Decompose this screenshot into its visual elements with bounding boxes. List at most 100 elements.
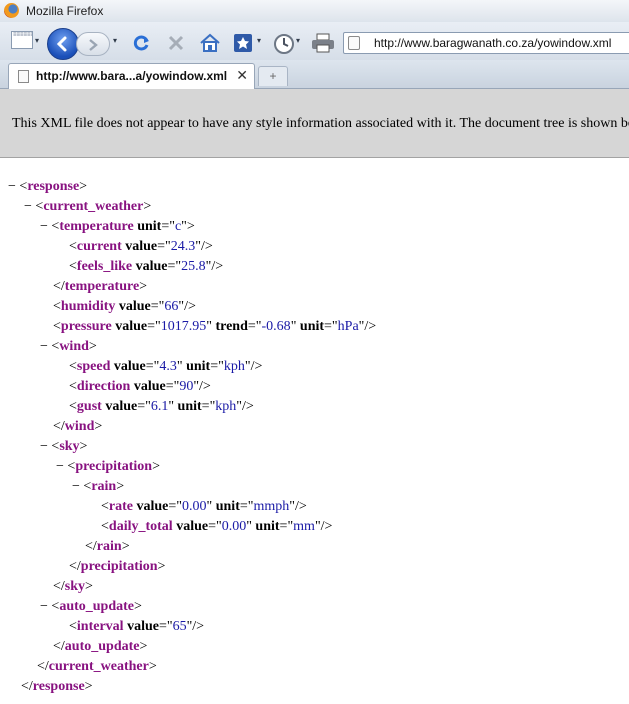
- xml-line-rate: <rate value="0.00" unit="mmph"/>: [101, 499, 307, 514]
- xml-attr: value: [136, 499, 169, 514]
- xml-attr: unit: [137, 219, 162, 234]
- xml-tag: current_weather: [43, 199, 144, 214]
- xml-tag: current: [76, 239, 122, 254]
- title-bar: Mozilla Firefox: [0, 0, 629, 22]
- xml-attr-value: kph: [215, 399, 237, 414]
- collapse-toggle[interactable]: −: [40, 219, 48, 234]
- collapse-toggle[interactable]: −: [40, 439, 48, 454]
- navigation-toolbar: ≡≡≡≡≡≡ ▾ ▾ ▾ ▾ http://www.baragwanath.co…: [0, 22, 629, 60]
- menu-icon[interactable]: ≡≡≡≡≡≡: [11, 31, 33, 49]
- xml-tag: temperature: [64, 279, 140, 294]
- xml-attr: value: [118, 299, 151, 314]
- tab-strip: http://www.bara...a/yowindow.xml ✕ +: [0, 60, 629, 89]
- xml-attr: value: [133, 379, 166, 394]
- xml-attr-value: 6.1: [150, 399, 169, 414]
- menu-dropdown-icon[interactable]: ▾: [35, 36, 39, 45]
- forward-button[interactable]: [76, 32, 110, 56]
- collapse-toggle[interactable]: −: [24, 199, 32, 214]
- xml-attr-value: 1017.95: [160, 319, 207, 334]
- print-button[interactable]: [311, 33, 334, 53]
- home-button[interactable]: [199, 33, 221, 53]
- xml-line-speed: <speed value="4.3" unit="kph"/>: [69, 359, 263, 374]
- xml-line-current: <current value="24.3"/>: [69, 239, 213, 254]
- xml-attr-value: 24.3: [170, 239, 196, 254]
- back-icon: [56, 36, 67, 52]
- bookmark-dropdown-icon[interactable]: ▾: [257, 36, 261, 45]
- collapse-toggle[interactable]: −: [56, 459, 64, 474]
- xml-line-feels-like: <feels_like value="25.8"/>: [69, 259, 224, 274]
- xml-line-current-weather-open: − <current_weather>: [24, 199, 152, 214]
- xml-tag: temperature: [59, 219, 134, 234]
- xml-tag: wind: [64, 419, 95, 434]
- xml-tag: auto_update: [59, 599, 134, 614]
- xml-attr: value: [125, 239, 158, 254]
- xml-attr-value: kph: [223, 359, 245, 374]
- xml-tag: rain: [91, 479, 117, 494]
- xml-attr-value: hPa: [337, 319, 359, 334]
- xml-attr: value: [176, 519, 209, 534]
- xml-tag: humidity: [60, 299, 116, 314]
- xml-tag: interval: [76, 619, 124, 634]
- xml-attr-value: 65: [172, 619, 187, 634]
- xml-attr-value: 90: [179, 379, 194, 394]
- reload-button[interactable]: [132, 33, 154, 53]
- collapse-toggle[interactable]: −: [8, 179, 16, 194]
- xml-attr: unit: [255, 519, 280, 534]
- xml-attr-value: 25.8: [181, 259, 206, 274]
- page-icon: [18, 70, 29, 83]
- back-button[interactable]: [47, 28, 79, 60]
- history-menu-dropdown-icon[interactable]: ▾: [296, 36, 300, 45]
- xml-line-wind-close: </wind>: [53, 419, 103, 434]
- xml-line-sky-close: </sky>: [53, 579, 93, 594]
- xml-line-wind-open: − <wind>: [40, 339, 97, 354]
- tab-title: http://www.bara...a/yowindow.xml: [36, 69, 228, 83]
- history-dropdown-icon[interactable]: ▾: [113, 36, 117, 45]
- close-icon[interactable]: ✕: [236, 67, 248, 84]
- xml-line-precipitation-close: </precipitation>: [69, 559, 166, 574]
- xml-line-rain-close: </rain>: [85, 539, 130, 554]
- xml-attr-value: 0.00: [221, 519, 247, 534]
- xml-tag: sky: [64, 579, 86, 594]
- xml-line-pressure: <pressure value="1017.95" trend="-0.68" …: [53, 319, 377, 334]
- xml-attr: unit: [186, 359, 211, 374]
- xml-info-banner: This XML file does not appear to have an…: [0, 89, 629, 158]
- bookmark-button[interactable]: [233, 33, 255, 53]
- url-input[interactable]: http://www.baragwanath.co.za/yowindow.xm…: [374, 36, 611, 50]
- xml-tag: speed: [76, 359, 111, 374]
- tab-yowindow-xml[interactable]: http://www.bara...a/yowindow.xml ✕: [8, 63, 255, 89]
- xml-line-gust: <gust value="6.1" unit="kph"/>: [69, 399, 254, 414]
- url-bar[interactable]: http://www.baragwanath.co.za/yowindow.xm…: [343, 32, 629, 54]
- xml-tag: precipitation: [80, 559, 158, 574]
- xml-attr: trend: [215, 319, 248, 334]
- xml-attr: unit: [177, 399, 202, 414]
- collapse-toggle[interactable]: −: [40, 339, 48, 354]
- new-tab-button[interactable]: +: [258, 66, 288, 86]
- history-button[interactable]: [273, 33, 295, 54]
- page-icon: [348, 36, 360, 50]
- collapse-toggle[interactable]: −: [72, 479, 80, 494]
- xml-tag: response: [27, 179, 80, 194]
- xml-tag: sky: [59, 439, 80, 454]
- xml-attr-value: 66: [164, 299, 179, 314]
- reload-icon: [133, 35, 149, 51]
- xml-line-auto-update-open: − <auto_update>: [40, 599, 142, 614]
- xml-tag: current_weather: [48, 659, 149, 674]
- xml-line-interval: <interval value="65"/>: [69, 619, 205, 634]
- xml-tag: wind: [59, 339, 89, 354]
- xml-line-auto-update-close: </auto_update>: [53, 639, 148, 654]
- xml-line-direction: <direction value="90"/>: [69, 379, 211, 394]
- stop-button[interactable]: [166, 33, 188, 53]
- xml-attr: value: [127, 619, 159, 634]
- xml-tag: gust: [76, 399, 102, 414]
- xml-line-response-open: − <response>: [8, 179, 88, 194]
- xml-line-humidity: <humidity value="66"/>: [53, 299, 196, 314]
- xml-tag: precipitation: [75, 459, 153, 474]
- bookmark-icon: [234, 34, 252, 52]
- xml-tag: feels_like: [76, 259, 133, 274]
- xml-line-response-close: </response>: [21, 679, 93, 694]
- xml-tag: rain: [96, 539, 122, 554]
- stop-icon: [168, 35, 184, 51]
- xml-attr-value: 4.3: [159, 359, 177, 374]
- xml-attr-value: 0.00: [182, 499, 207, 514]
- collapse-toggle[interactable]: −: [40, 599, 48, 614]
